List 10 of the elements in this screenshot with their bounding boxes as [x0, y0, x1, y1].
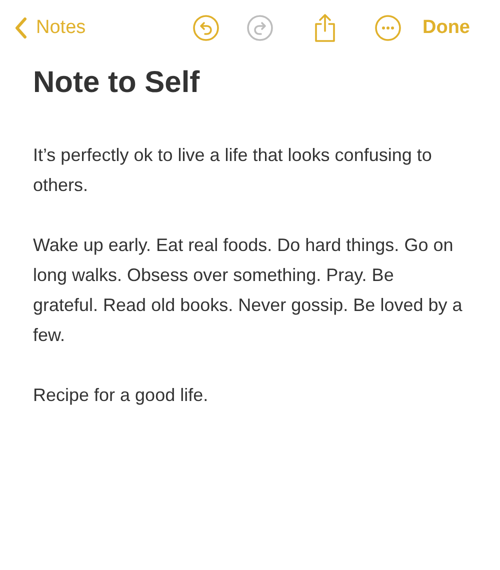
note-paragraph: Recipe for a good life. [33, 384, 210, 407]
back-button[interactable]: Notes [14, 17, 86, 39]
undo-icon[interactable] [192, 15, 218, 41]
share-icon[interactable] [312, 13, 336, 43]
note-title: Note to Self [33, 66, 201, 100]
more-icon[interactable] [374, 15, 400, 41]
note-paragraph: It’s perfectly ok to live a life that looks confusing to others. [33, 144, 433, 197]
chevron-icon [14, 17, 28, 39]
done-button[interactable]: Done [422, 17, 470, 39]
note-paragraph: Wake up early. Eat real foods. Do hard things. Go on long walks. Obsess over something. Pray. Be grateful. Read old books. Never gossip. Be loved by a few. [33, 234, 463, 347]
